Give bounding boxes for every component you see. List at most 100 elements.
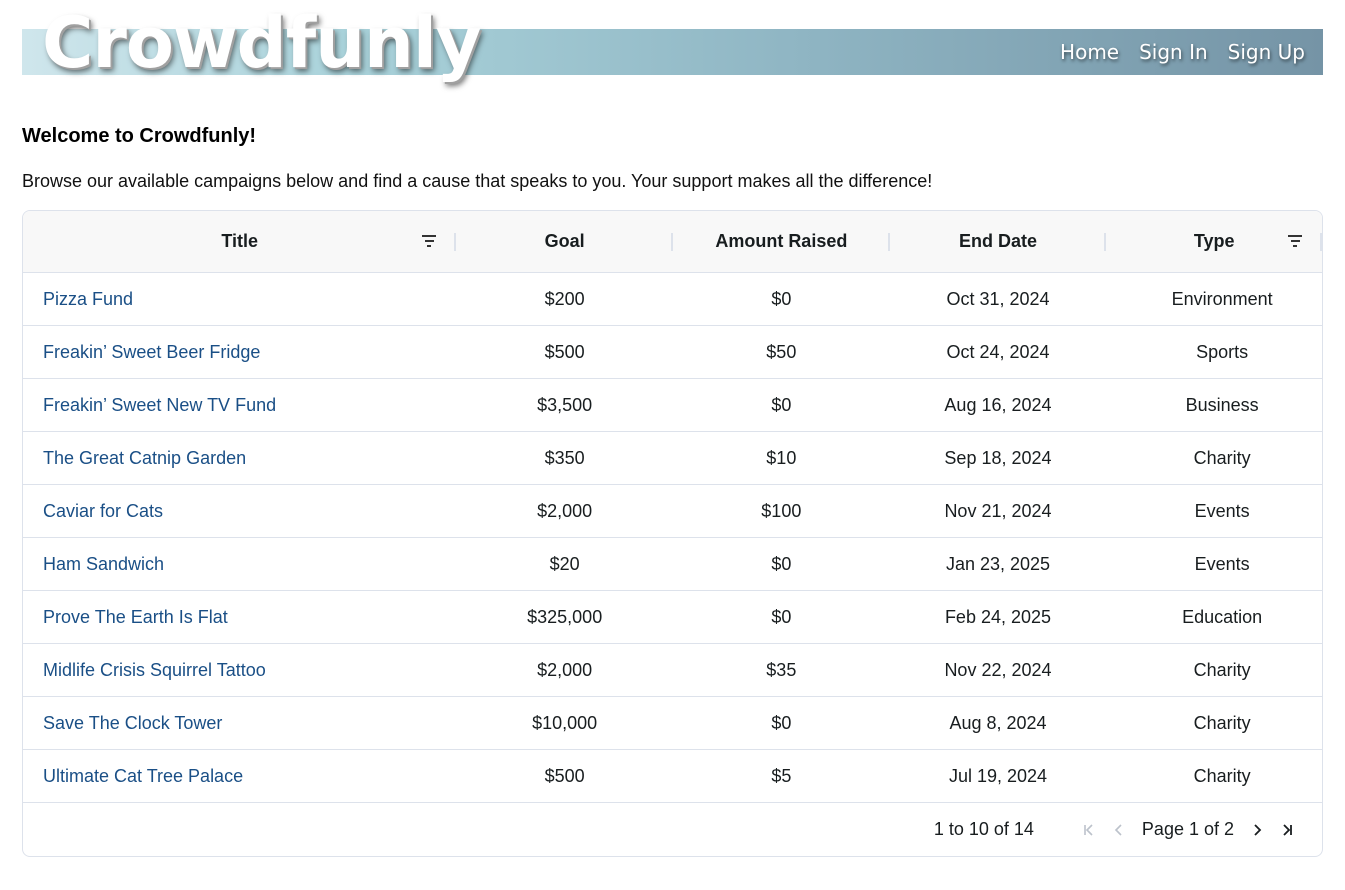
raised-cell: $35 xyxy=(766,659,797,680)
end-date-cell: Jul 19, 2024 xyxy=(948,765,1048,786)
campaign-link[interactable]: Prove The Earth Is Flat xyxy=(43,607,228,628)
filter-icon[interactable] xyxy=(1288,235,1303,247)
table-row: Freakin’ Sweet New TV Fund $3,500 $0 Aug… xyxy=(23,379,1322,432)
campaign-link[interactable]: Freakin’ Sweet New TV Fund xyxy=(43,395,276,416)
goal-cell: $350 xyxy=(544,447,585,468)
filter-icon[interactable] xyxy=(422,235,437,247)
raised-cell: $0 xyxy=(771,288,792,309)
goal-cell: $20 xyxy=(549,553,580,574)
end-date-cell: Oct 31, 2024 xyxy=(946,288,1050,309)
intro-text: Browse our available campaigns below and… xyxy=(22,171,933,191)
type-cell: Charity xyxy=(1193,712,1251,733)
column-header-label: Amount Raised xyxy=(715,231,848,251)
first-page-icon xyxy=(1084,823,1093,836)
nav-home-link[interactable]: Home xyxy=(1060,38,1119,66)
goal-cell: $2,000 xyxy=(537,500,593,521)
campaigns-table: Title Goal Amount Raised End Date Type P… xyxy=(22,210,1323,857)
end-date-cell: Aug 16, 2024 xyxy=(944,394,1052,415)
end-date-cell: Nov 22, 2024 xyxy=(944,659,1052,680)
column-header-title[interactable]: Title xyxy=(23,211,457,272)
campaign-link[interactable]: The Great Catnip Garden xyxy=(43,448,246,469)
type-cell: Charity xyxy=(1193,765,1251,786)
welcome-heading: Welcome to Crowdfunly! xyxy=(22,125,257,147)
column-header-label: Type xyxy=(1193,231,1235,251)
campaign-link[interactable]: Ham Sandwich xyxy=(43,554,164,575)
last-page-button[interactable] xyxy=(1272,815,1302,845)
raised-cell: $50 xyxy=(766,341,797,362)
goal-cell: $500 xyxy=(544,765,585,786)
title-cell: Freakin’ Sweet Beer Fridge xyxy=(23,326,456,378)
column-header-type[interactable]: Type xyxy=(1106,211,1322,272)
title-cell: Prove The Earth Is Flat xyxy=(23,591,456,643)
goal-cell: $2,000 xyxy=(537,659,593,680)
goal-cell: $500 xyxy=(544,341,585,362)
raised-cell: $5 xyxy=(771,765,792,786)
column-header-goal[interactable]: Goal xyxy=(456,211,673,272)
title-cell: Ham Sandwich xyxy=(23,538,456,590)
goal-cell: $3,500 xyxy=(537,394,593,415)
column-header-end-date[interactable]: End Date xyxy=(890,211,1107,272)
table-row: Prove The Earth Is Flat $325,000 $0 Feb … xyxy=(23,591,1322,644)
type-cell: Environment xyxy=(1171,288,1273,309)
column-header-label: Title xyxy=(221,231,258,251)
nav-sign-up-link[interactable]: Sign Up xyxy=(1228,38,1305,66)
table-row: Ultimate Cat Tree Palace $500 $5 Jul 19,… xyxy=(23,750,1322,803)
table-row: Save The Clock Tower $10,000 $0 Aug 8, 2… xyxy=(23,697,1322,750)
end-date-cell: Nov 21, 2024 xyxy=(944,500,1052,521)
previous-page-button[interactable] xyxy=(1104,815,1134,845)
title-cell: The Great Catnip Garden xyxy=(23,432,456,484)
table-header: Title Goal Amount Raised End Date Type xyxy=(23,211,1322,273)
next-page-button[interactable] xyxy=(1242,815,1272,845)
end-date-cell: Aug 8, 2024 xyxy=(949,712,1047,733)
title-cell: Freakin’ Sweet New TV Fund xyxy=(23,379,456,431)
last-page-icon xyxy=(1283,823,1292,836)
nav-sign-in-link[interactable]: Sign In xyxy=(1139,38,1208,66)
raised-cell: $0 xyxy=(771,712,792,733)
type-cell: Events xyxy=(1194,553,1250,574)
goal-cell: $200 xyxy=(544,288,585,309)
type-cell: Business xyxy=(1185,394,1259,415)
column-header-label: End Date xyxy=(959,231,1038,251)
title-cell: Caviar for Cats xyxy=(23,485,456,537)
type-cell: Charity xyxy=(1193,659,1251,680)
title-cell: Save The Clock Tower xyxy=(23,697,456,749)
title-cell: Pizza Fund xyxy=(23,273,456,325)
chevron-left-icon xyxy=(1114,823,1122,836)
campaign-link[interactable]: Pizza Fund xyxy=(43,289,133,310)
title-cell: Midlife Crisis Squirrel Tattoo xyxy=(23,644,456,696)
campaign-link[interactable]: Save The Clock Tower xyxy=(43,713,222,734)
goal-cell: $10,000 xyxy=(532,712,598,733)
table-row: Caviar for Cats $2,000 $100 Nov 21, 2024… xyxy=(23,485,1322,538)
site-logo[interactable]: Crowdfunly xyxy=(42,8,482,78)
table-body: Pizza Fund $200 $0 Oct 31, 2024 Environm… xyxy=(23,273,1322,803)
goal-cell: $325,000 xyxy=(527,606,603,627)
column-header-amount-raised[interactable]: Amount Raised xyxy=(673,211,890,272)
first-page-button[interactable] xyxy=(1074,815,1104,845)
end-date-cell: Oct 24, 2024 xyxy=(946,341,1050,362)
pager: Page 1 of 2 xyxy=(1074,815,1302,845)
row-range-text: 1 to 10 of 14 xyxy=(933,819,1034,839)
table-row: Ham Sandwich $20 $0 Jan 23, 2025 Events xyxy=(23,538,1322,591)
page-indicator: Page 1 of 2 xyxy=(1141,819,1234,839)
raised-cell: $0 xyxy=(771,606,792,627)
end-date-cell: Feb 24, 2025 xyxy=(944,606,1052,627)
pagination-bar: 1 to 10 of 14 Page 1 of 2 xyxy=(23,802,1322,856)
type-cell: Education xyxy=(1182,606,1263,627)
raised-cell: $100 xyxy=(761,500,802,521)
raised-cell: $10 xyxy=(766,447,797,468)
campaign-link[interactable]: Caviar for Cats xyxy=(43,501,163,522)
raised-cell: $0 xyxy=(771,394,792,415)
page: Crowdfunly Home Sign In Sign Up Welcome … xyxy=(0,0,1345,890)
campaign-link[interactable]: Ultimate Cat Tree Palace xyxy=(43,766,243,787)
column-header-label: Goal xyxy=(544,231,585,251)
type-cell: Sports xyxy=(1196,341,1249,362)
chevron-right-icon xyxy=(1254,823,1262,836)
campaign-link[interactable]: Freakin’ Sweet Beer Fridge xyxy=(43,342,260,363)
table-row: Freakin’ Sweet Beer Fridge $500 $50 Oct … xyxy=(23,326,1322,379)
end-date-cell: Jan 23, 2025 xyxy=(945,553,1051,574)
top-nav: Home Sign In Sign Up xyxy=(1060,38,1305,66)
table-row: Midlife Crisis Squirrel Tattoo $2,000 $3… xyxy=(23,644,1322,697)
campaign-link[interactable]: Midlife Crisis Squirrel Tattoo xyxy=(43,660,266,681)
title-cell: Ultimate Cat Tree Palace xyxy=(23,750,456,802)
table-row: The Great Catnip Garden $350 $10 Sep 18,… xyxy=(23,432,1322,485)
